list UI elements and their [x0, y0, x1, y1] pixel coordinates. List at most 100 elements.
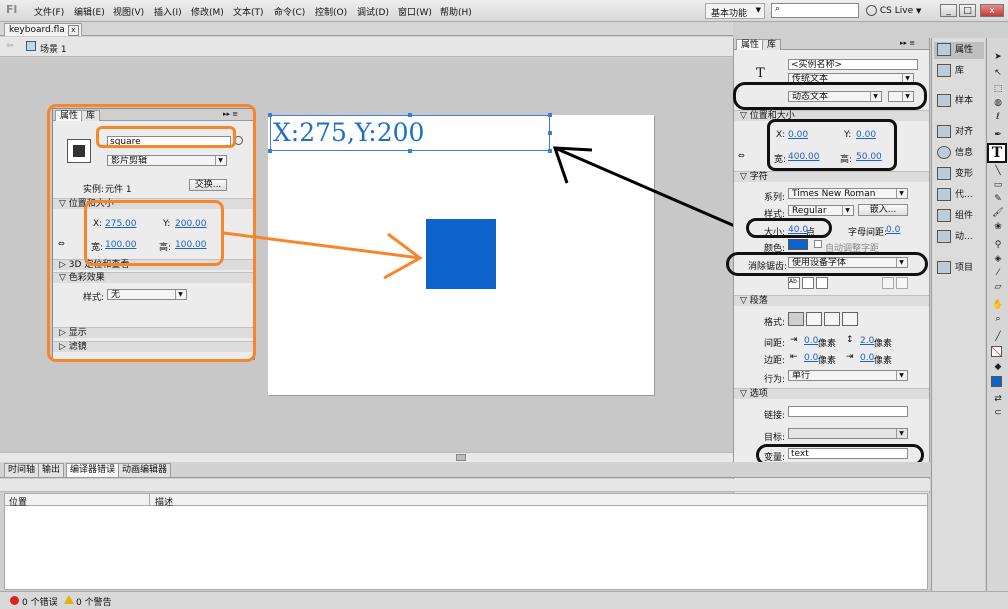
paint-bucket-tool-icon[interactable]: ◈: [990, 252, 1006, 266]
selectable-icon[interactable]: Ab: [788, 277, 800, 289]
align-right-icon[interactable]: [824, 312, 840, 326]
warning-count: 0 个警告: [76, 598, 112, 608]
side-library[interactable]: 库: [934, 63, 984, 80]
right-margin-value[interactable]: 0.0: [860, 353, 874, 363]
tab-output[interactable]: 输出: [38, 463, 65, 477]
stroke-swatch[interactable]: [991, 346, 1002, 357]
tab-properties[interactable]: 属性: [736, 39, 765, 50]
pen-tool-icon[interactable]: ✒: [990, 128, 1006, 142]
letter-spacing-value[interactable]: 0.0: [886, 225, 900, 235]
compiler-toolbar: [0, 479, 930, 492]
error-icon: [10, 596, 19, 605]
indent-icon: ⇥: [790, 335, 798, 345]
status-bar: 0 个错误 0 个警告: [0, 591, 1008, 609]
behavior-select[interactable]: 单行 ▼: [788, 370, 908, 381]
side-transform[interactable]: 变形: [934, 166, 984, 183]
section-character[interactable]: ▽ 字符: [734, 171, 929, 182]
error-list[interactable]: [4, 506, 928, 590]
side-code[interactable]: 代...: [934, 187, 984, 204]
tab-motion-editor[interactable]: 动画编辑器: [118, 463, 172, 477]
eyedropper-tool-icon[interactable]: ⁄: [990, 266, 1006, 280]
panel-menu-icon[interactable]: ▸▸ ≡: [900, 39, 915, 47]
pencil-tool-icon[interactable]: ✎: [990, 192, 1006, 206]
selection-tool-icon[interactable]: ➤: [990, 50, 1006, 64]
line-spacing-icon: ↕: [846, 335, 854, 345]
line-spacing-value[interactable]: 2.0: [860, 336, 874, 346]
hand-tool-icon[interactable]: ✋: [990, 298, 1006, 312]
project-icon: [937, 261, 951, 274]
deco-tool-icon[interactable]: ❀: [990, 220, 1006, 234]
brush-tool-icon[interactable]: 🖌: [990, 206, 1006, 220]
side-motion-presets[interactable]: 动...: [934, 229, 984, 246]
zoom-tool-icon[interactable]: ⌕: [990, 312, 1006, 326]
tab-library[interactable]: 库: [762, 39, 782, 50]
alignment-buttons: [788, 312, 858, 326]
position-size-highlight: [767, 119, 897, 171]
link-icon[interactable]: ⇔: [738, 151, 745, 160]
align-left-icon[interactable]: [788, 312, 804, 326]
line-tool-icon[interactable]: ╲: [990, 164, 1006, 178]
tab-compiler-errors[interactable]: 编译器错误: [66, 463, 120, 477]
fill-swatch[interactable]: [991, 376, 1002, 387]
text-tool-button[interactable]: T: [987, 143, 1007, 163]
border-icon[interactable]: [816, 277, 828, 289]
swap-colors-icon[interactable]: ⇄: [990, 392, 1006, 406]
info-icon: [937, 146, 951, 159]
tools-panel: ➤ ↖ ⬚ ◍ ℓ ✒ ╲ ▭ ✎ 🖌 ❀ ⚲ ◈ ⁄ ▱ ✋ ⌕ ╱ ◆ ⇄ …: [986, 38, 1008, 591]
snap-icon[interactable]: ⊂: [990, 406, 1006, 420]
bone-tool-icon[interactable]: ⚲: [990, 238, 1006, 252]
spacing-label: 间距:: [764, 339, 786, 349]
tab-timeline[interactable]: 时间轴: [4, 463, 40, 477]
margin-label: 边距:: [764, 356, 786, 366]
properties-tab-bar: 属性 库 ▸▸ ≡: [734, 38, 929, 50]
chevron-down-icon: ▼: [896, 371, 906, 380]
docked-panel-strip: 属性 库 样本 对齐 信息 变形 代... 组件 动... 项目: [931, 38, 985, 591]
embed-button[interactable]: 嵌入...: [858, 204, 908, 216]
section-paragraph[interactable]: ▽ 段落: [734, 295, 929, 306]
side-properties-label: 属性: [955, 45, 974, 55]
html-render-icon[interactable]: [802, 277, 814, 289]
orange-arrow: [223, 231, 423, 280]
subscript-icon[interactable]: [896, 277, 908, 289]
auto-kern-checkbox[interactable]: [814, 240, 822, 248]
behavior-label: 行为:: [764, 375, 786, 385]
link-input[interactable]: [788, 406, 908, 417]
stroke-color-icon[interactable]: ╱: [990, 330, 1006, 344]
side-properties[interactable]: 属性: [934, 42, 984, 59]
size-highlight: [746, 218, 832, 238]
chevron-down-icon: ▼: [896, 429, 906, 438]
align-center-icon[interactable]: [806, 312, 822, 326]
lasso-tool-icon[interactable]: ℓ: [990, 110, 1006, 124]
side-swatches[interactable]: 样本: [934, 93, 984, 110]
section-options-label: 选项: [749, 389, 768, 399]
section-options[interactable]: ▽ 选项: [734, 388, 929, 399]
side-project[interactable]: 项目: [934, 260, 984, 277]
side-project-label: 项目: [955, 263, 974, 273]
format-label: 格式:: [764, 318, 786, 328]
target-select[interactable]: ▼: [788, 428, 908, 439]
fill-color-icon[interactable]: ◆: [990, 360, 1006, 374]
3d-rotation-tool-icon[interactable]: ◍: [990, 96, 1006, 110]
text-tool-icon: T: [756, 66, 765, 81]
instance-name-input[interactable]: <实例名称>: [788, 59, 918, 70]
left-margin-value[interactable]: 0.0: [804, 353, 818, 363]
subselection-tool-icon[interactable]: ↖: [990, 66, 1006, 80]
column-divider: [149, 494, 150, 506]
justify-icon[interactable]: [842, 312, 858, 326]
font-family-select[interactable]: Times New Roman ▼: [788, 188, 908, 199]
text-color-swatch[interactable]: [788, 239, 808, 250]
properties-icon: [937, 43, 951, 56]
side-components[interactable]: 组件: [934, 208, 984, 225]
eraser-tool-icon[interactable]: ▱: [990, 280, 1006, 294]
side-info[interactable]: 信息: [934, 145, 984, 162]
side-align[interactable]: 对齐: [934, 124, 984, 141]
side-code-label: 代...: [955, 190, 973, 200]
free-transform-tool-icon[interactable]: ⬚: [990, 82, 1006, 96]
side-components-label: 组件: [955, 211, 974, 221]
text-type-highlight: [733, 82, 927, 110]
font-style-select[interactable]: Regular ▼: [788, 205, 854, 216]
indent-value[interactable]: 0.0: [804, 336, 818, 346]
superscript-icon[interactable]: [882, 277, 894, 289]
error-count: 0 个错误: [22, 598, 58, 608]
rectangle-tool-icon[interactable]: ▭: [990, 178, 1006, 192]
